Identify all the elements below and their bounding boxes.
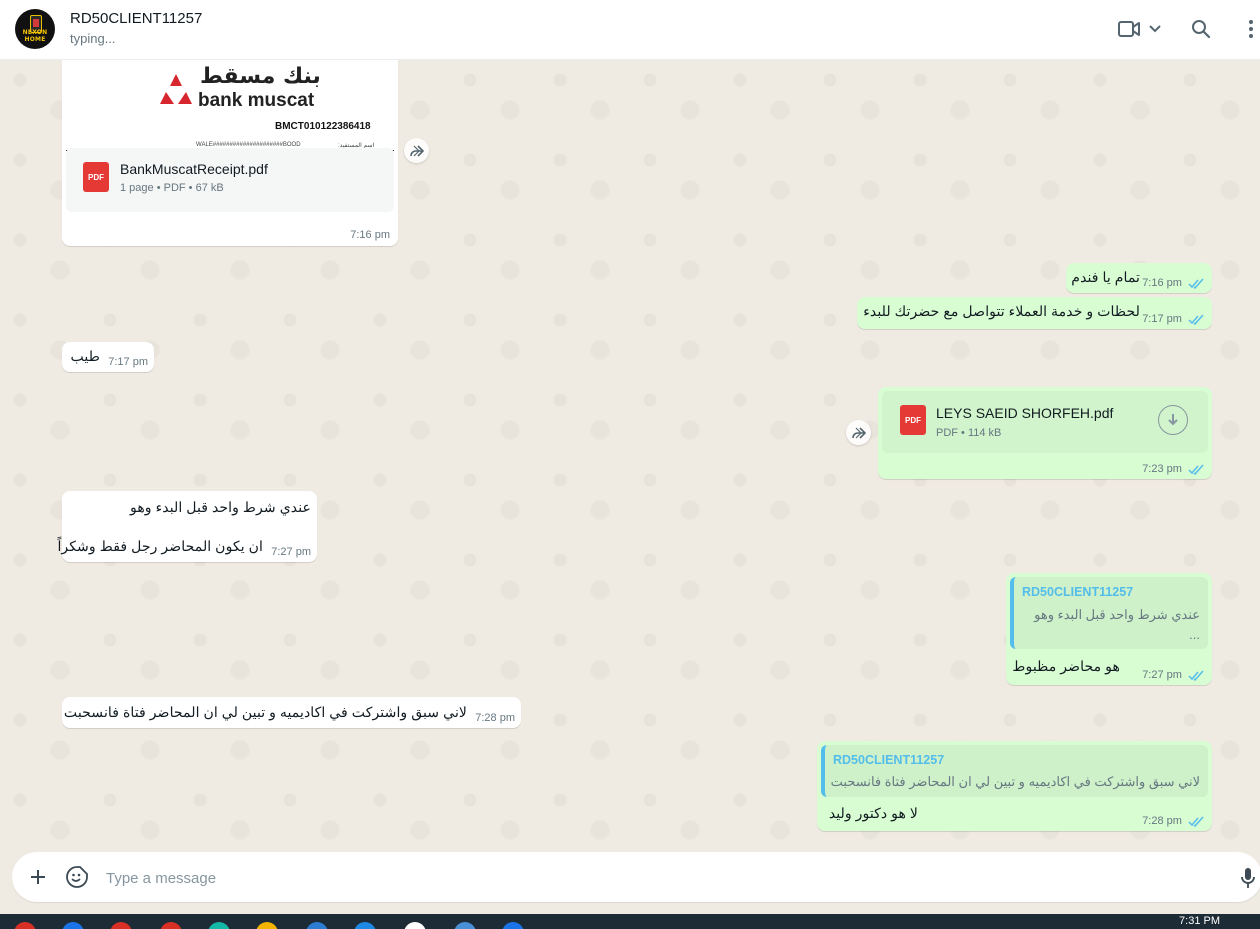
message-outgoing[interactable]: تمام يا فندم 7:16 pm	[1066, 263, 1212, 293]
taskbar-app-icon[interactable]	[306, 922, 328, 929]
conversation-panel[interactable]: بنك مسقط bank muscat BMCT010122386418 WA…	[0, 60, 1260, 850]
taskbar-app-icon[interactable]	[62, 922, 84, 929]
forward-icon[interactable]	[404, 138, 429, 163]
taskbar-app-icon[interactable]	[14, 922, 36, 929]
message-time: 7:17 pm	[1142, 313, 1182, 325]
quoted-text: عندي شرط واحد قبل البدء وهو	[1034, 607, 1200, 622]
taskbar-app-icon[interactable]	[208, 922, 230, 929]
quoted-author: RD50CLIENT11257	[833, 753, 945, 767]
message-text: طيب	[70, 349, 100, 365]
message-time: 7:16 pm	[1142, 277, 1182, 289]
quoted-message[interactable]: RD50CLIENT11257 لاني سبق واشتركت في اكاد…	[821, 745, 1208, 797]
message-time: 7:28 pm	[1142, 815, 1182, 827]
download-icon[interactable]	[1158, 405, 1188, 435]
taskbar-app-icon[interactable]	[502, 922, 524, 929]
bank-logo-icon	[160, 74, 192, 104]
sticker-emoji-icon[interactable]	[64, 864, 90, 890]
quoted-text-more: ...	[1189, 627, 1200, 642]
message-incoming[interactable]: طيب 7:17 pm	[62, 342, 154, 372]
taskbar-app-icon[interactable]	[404, 922, 426, 929]
pdf-icon: PDF	[83, 162, 109, 192]
attach-plus-icon[interactable]	[26, 865, 50, 889]
message-meta: 7:27 pm	[1142, 669, 1204, 681]
document-info: 1 page • PDF • 67 kB	[120, 182, 224, 194]
message-time: 7:17 pm	[108, 356, 148, 368]
message-text-line1: عندي شرط واحد قبل البدء وهو	[130, 500, 311, 516]
contact-status: typing...	[70, 31, 116, 46]
message-outgoing-reply[interactable]: RD50CLIENT11257 لاني سبق واشتركت في اكاد…	[817, 741, 1212, 831]
read-ticks-icon	[1188, 464, 1204, 475]
taskbar-app-icon[interactable]	[110, 922, 132, 929]
message-outgoing[interactable]: لحظات و خدمة العملاء تتواصل مع حضرتك للب…	[857, 297, 1212, 329]
composer-box	[12, 852, 1260, 902]
message-time: 7:23 pm	[1142, 463, 1182, 475]
read-ticks-icon	[1188, 278, 1204, 289]
taskbar-app-icon[interactable]	[160, 922, 182, 929]
message-text: تمام يا فندم	[1071, 270, 1140, 286]
taskbar-app-icon[interactable]	[454, 922, 476, 929]
read-ticks-icon	[1188, 314, 1204, 325]
document-info: PDF • 114 kB	[936, 427, 1002, 439]
taskbar-clock[interactable]: 7:31 PM	[1179, 915, 1220, 927]
document-card[interactable]: PDF BankMuscatReceipt.pdf 1 page • PDF •…	[66, 148, 394, 212]
pdf-icon: PDF	[900, 405, 926, 435]
taskbar-app-icon[interactable]	[354, 922, 376, 929]
chat-header: NEXON HOME RD50CLIENT11257 typing...	[0, 0, 1260, 60]
search-icon[interactable]	[1188, 16, 1214, 42]
message-text-line2: ان يكون المحاضر رجل فقط وشكراً	[57, 539, 263, 555]
bank-name-english: bank muscat	[198, 90, 315, 111]
forward-icon[interactable]	[846, 420, 871, 445]
composer-bar	[0, 850, 1260, 914]
avatar-logo-text: NEXON HOME	[22, 29, 48, 43]
document-name: LEYS SAEID SHORFEH.pdf	[936, 405, 1114, 421]
read-ticks-icon	[1188, 816, 1204, 827]
message-time: 7:27 pm	[271, 546, 311, 558]
message-meta: 7:17 pm	[1142, 313, 1204, 325]
document-card[interactable]: PDF LEYS SAEID SHORFEH.pdf PDF • 114 kB	[882, 391, 1208, 453]
message-meta: 7:23 pm	[1142, 463, 1204, 475]
receipt-preview[interactable]: بنك مسقط bank muscat BMCT010122386418 WA…	[66, 60, 394, 156]
message-text: لا هو دكتور وليد	[828, 806, 918, 822]
message-incoming[interactable]: عندي شرط واحد قبل البدء وهو ان يكون المح…	[57, 491, 317, 562]
message-text: لحظات و خدمة العملاء تتواصل مع حضرتك للب…	[863, 304, 1140, 320]
menu-dots-icon[interactable]	[1238, 16, 1260, 42]
chevron-down-icon[interactable]	[1142, 16, 1168, 42]
receipt-reference: BMCT010122386418	[275, 121, 371, 132]
message-text: لاني سبق واشتركت في اكاديميه و تبين لي ا…	[63, 705, 467, 721]
quoted-author: RD50CLIENT11257	[1022, 585, 1134, 599]
message-meta: 7:16 pm	[1142, 277, 1204, 289]
message-outgoing-document[interactable]: PDF LEYS SAEID SHORFEH.pdf PDF • 114 kB …	[878, 387, 1212, 479]
message-text: هو محاضر مظبوط	[1012, 659, 1120, 675]
message-incoming-document[interactable]: بنك مسقط bank muscat BMCT010122386418 WA…	[62, 60, 398, 246]
message-incoming[interactable]: لاني سبق واشتركت في اكاديميه و تبين لي ا…	[62, 697, 521, 728]
microphone-icon[interactable]	[1238, 866, 1258, 890]
contact-name[interactable]: RD50CLIENT11257	[70, 10, 202, 27]
message-input[interactable]	[104, 865, 1208, 891]
message-time: 7:16 pm	[350, 229, 390, 241]
message-meta: 7:28 pm	[1142, 815, 1204, 827]
video-call-icon[interactable]	[1116, 16, 1142, 42]
message-time: 7:28 pm	[475, 712, 515, 724]
os-taskbar: 7:31 PM	[0, 914, 1260, 929]
contact-avatar[interactable]: NEXON HOME	[15, 9, 55, 49]
document-name: BankMuscatReceipt.pdf	[120, 161, 268, 177]
quoted-message[interactable]: RD50CLIENT11257 عندي شرط واحد قبل البدء …	[1010, 577, 1208, 649]
taskbar-app-icon[interactable]	[256, 922, 278, 929]
message-outgoing-reply[interactable]: RD50CLIENT11257 عندي شرط واحد قبل البدء …	[1006, 573, 1212, 685]
quoted-text: لاني سبق واشتركت في اكاديميه و تبين لي ا…	[830, 774, 1200, 789]
message-time: 7:27 pm	[1142, 669, 1182, 681]
bank-name-arabic: بنك مسقط	[200, 64, 321, 89]
read-ticks-icon	[1188, 670, 1204, 681]
